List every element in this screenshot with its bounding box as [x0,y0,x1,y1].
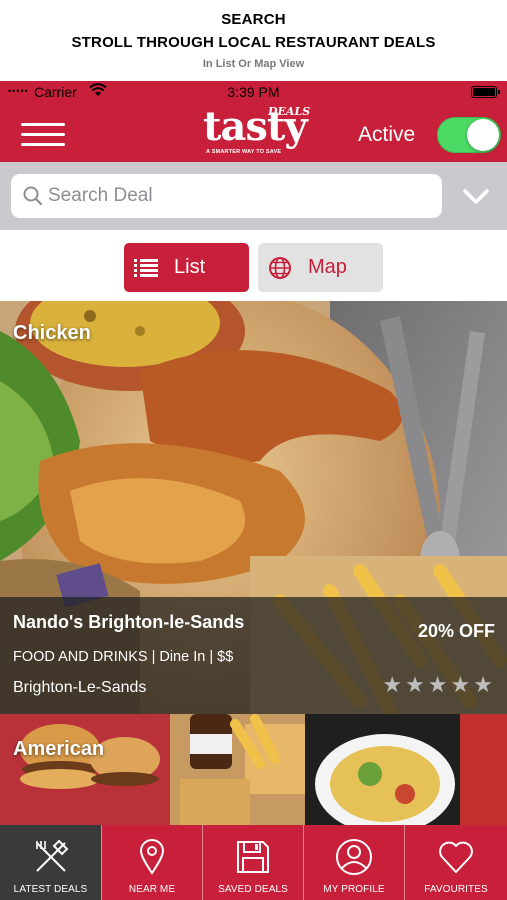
deal-photo-american [0,714,507,825]
star-icon: ★ [450,672,471,697]
deal-rating: ★ ★ ★ ★ ★ [379,674,493,696]
list-view-button[interactable]: List [124,243,249,292]
list-view-label: List [174,256,206,278]
promo-header: SEARCH STROLL THROUGH LOCAL RESTAURANT D… [0,0,507,81]
tab-latest-deals[interactable]: LATEST DEALS [0,825,101,900]
logo-tagline: A SMARTER WAY TO SAVE [206,149,282,155]
tab-near-me[interactable]: NEAR ME [101,825,202,900]
star-icon: ★ [427,672,448,697]
tab-label: NEAR ME [128,884,176,895]
deal-card[interactable]: Chicken Nando's Brighton-le-Sands 20% OF… [0,301,507,714]
search-bar: Search Deal [0,162,507,230]
deal-meta: FOOD AND DRINKS | Dine In | $$ [13,649,234,665]
deal-discount: 20% OFF [417,621,495,641]
active-label: Active [358,123,416,146]
app-header: ••••• Carrier 3:39 PM tasty DEALS A SMAR… [0,81,507,162]
deal-category: Chicken [13,322,91,344]
chevron-down-icon[interactable] [456,180,496,214]
deal-card[interactable]: American [0,714,507,825]
tasty-deals-logo: tasty DEALS A SMARTER WAY TO SAVE [200,105,310,161]
user-icon [336,839,372,875]
tab-label: FAVOURITES [424,884,488,895]
menu-line [21,123,65,126]
hamburger-menu-button[interactable] [21,121,65,149]
promo-subtitle: STROLL THROUGH LOCAL RESTAURANT DEALS [71,34,436,51]
search-icon [23,186,43,206]
star-icon: ★ [382,672,403,697]
promo-caption: In List Or Map View [202,58,305,70]
search-placeholder: Search Deal [48,185,153,206]
floppy-disk-icon [237,841,269,873]
star-icon: ★ [405,672,425,697]
map-pin-icon [139,839,165,875]
promo-title: SEARCH [221,11,286,28]
tab-label: MY PROFILE [323,884,385,895]
status-bar: ••••• Carrier 3:39 PM [0,81,507,103]
search-input[interactable]: Search Deal [11,174,442,218]
deal-category: American [13,738,105,760]
bottom-tab-bar: LATEST DEALS NEAR ME SAVED DEALS MY PROF… [0,825,507,900]
logo-deals: DEALS [268,105,311,118]
heart-icon [439,841,473,873]
toggle-knob [467,119,499,151]
deal-name: Nando's Brighton-le-Sands [13,612,245,632]
battery-icon [471,86,500,98]
view-toggle: List Map [0,230,507,301]
map-view-label: Map [308,256,347,278]
status-time: 3:39 PM [227,84,280,100]
tab-favourites[interactable]: FAVOURITES [404,825,507,900]
tab-saved-deals[interactable]: SAVED DEALS [202,825,303,900]
globe-icon [269,257,291,279]
active-toggle[interactable] [437,117,501,153]
menu-line [21,133,65,136]
star-icon: ★ [473,672,493,697]
tab-my-profile[interactable]: MY PROFILE [303,825,404,900]
fork-knife-icon [35,839,68,872]
map-view-button[interactable]: Map [258,243,383,292]
menu-line [21,143,65,146]
tab-label: SAVED DEALS [218,884,288,895]
deal-location: Brighton-Le-Sands [13,679,147,696]
list-icon [134,259,158,277]
tab-label: LATEST DEALS [13,884,88,895]
